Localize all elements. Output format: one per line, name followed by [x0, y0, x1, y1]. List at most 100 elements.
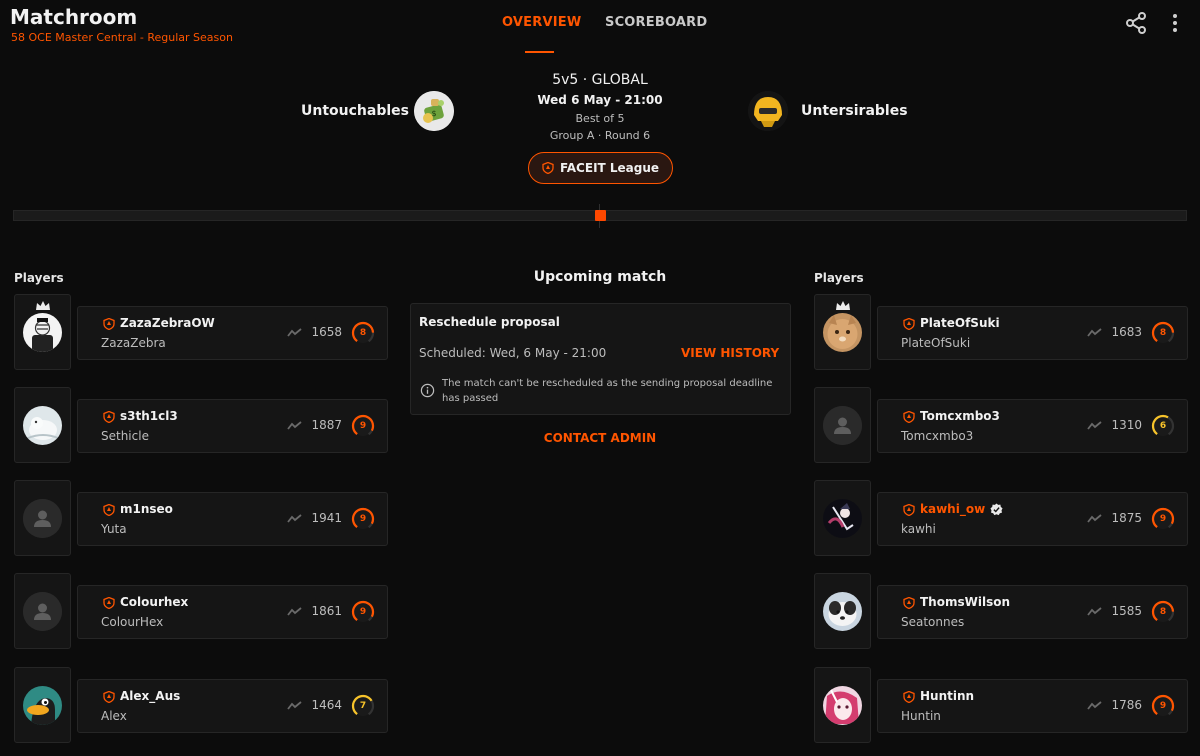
player-nickname[interactable]: s3th1cl3 — [120, 409, 178, 423]
zebra-avatar[interactable] — [23, 313, 62, 352]
player-card[interactable]: PlateOfSuki PlateOfSuki 1683 8 — [877, 306, 1188, 360]
player-elo: 1585 — [1111, 604, 1142, 618]
elo-trend-icon — [1087, 328, 1102, 337]
money-bag-logo-icon: $ — [414, 91, 454, 131]
player-nickname[interactable]: ZazaZebraOW — [120, 316, 215, 330]
contact-admin-button[interactable]: CONTACT ADMIN — [420, 431, 780, 445]
skill-level-number: 8 — [1159, 328, 1167, 338]
player-elo: 1786 — [1111, 698, 1142, 712]
player-card[interactable]: ZazaZebraOW ZazaZebra 1658 8 — [77, 306, 388, 360]
more-vertical-icon[interactable] — [1166, 11, 1184, 35]
player-row[interactable]: m1nseo Yuta 1941 9 — [14, 480, 388, 556]
player-elo: 1464 — [311, 698, 342, 712]
player-card[interactable]: Huntinn Huntin 1786 9 — [877, 679, 1188, 733]
player-avatar-box[interactable] — [814, 387, 871, 463]
player-row[interactable]: Colourhex ColourHex 1861 9 — [14, 573, 388, 649]
player-nickname[interactable]: kawhi_ow — [920, 502, 985, 516]
captain-crown-icon — [836, 301, 850, 310]
player-avatar-box[interactable] — [814, 667, 871, 743]
team2-name[interactable]: Untersirables — [801, 103, 908, 119]
player-nickname[interactable]: Tomcxmbo3 — [920, 409, 1000, 423]
player-avatar-box[interactable] — [14, 667, 71, 743]
skill-level-number: 9 — [1159, 514, 1167, 524]
pink-anime-avatar[interactable] — [823, 686, 862, 725]
player-avatar-box[interactable] — [14, 387, 71, 463]
team2-logo[interactable] — [748, 91, 788, 131]
player-row[interactable]: Tomcxmbo3 Tomcxmbo3 1310 6 — [814, 387, 1188, 463]
player-elo: 1861 — [311, 604, 342, 618]
info-icon — [420, 383, 435, 398]
reschedule-title: Reschedule proposal — [419, 315, 560, 329]
skill-level-number: 9 — [359, 421, 367, 431]
svg-text:$: $ — [431, 109, 436, 118]
player-row[interactable]: ZazaZebraOW ZazaZebra 1658 8 — [14, 294, 388, 370]
tab-overview[interactable]: OVERVIEW — [502, 15, 581, 30]
team1-logo[interactable]: $ — [414, 91, 454, 131]
active-tab-indicator — [525, 51, 554, 53]
tab-scoreboard[interactable]: SCOREBOARD — [605, 15, 707, 30]
player-row[interactable]: Alex_Aus Alex 1464 7 — [14, 667, 388, 743]
share-icon[interactable] — [1124, 11, 1148, 35]
player-nickname[interactable]: Colourhex — [120, 595, 188, 609]
player-nickname[interactable]: Alex_Aus — [120, 689, 180, 703]
anime-avatar[interactable] — [823, 499, 862, 538]
faceit-shield-icon — [903, 318, 915, 330]
player-card[interactable]: kawhi_ow kawhi 1875 9 — [877, 492, 1188, 546]
player-row[interactable]: s3th1cl3 Sethicle 1887 9 — [14, 387, 388, 463]
view-history-button[interactable]: VIEW HISTORY — [681, 346, 779, 360]
player-card[interactable]: s3th1cl3 Sethicle 1887 9 — [77, 399, 388, 453]
player-card[interactable]: m1nseo Yuta 1941 9 — [77, 492, 388, 546]
player-card[interactable]: ThomsWilson Seatonnes 1585 8 — [877, 585, 1188, 639]
page-title: Matchroom — [10, 5, 138, 29]
player-nickname[interactable]: ThomsWilson — [920, 595, 1010, 609]
duck-avatar[interactable] — [23, 686, 62, 725]
elo-trend-icon — [1087, 607, 1102, 616]
player-row[interactable]: PlateOfSuki PlateOfSuki 1683 8 — [814, 294, 1188, 370]
faceit-shield-icon — [542, 162, 554, 174]
player-nickname[interactable]: Huntinn — [920, 689, 974, 703]
cat-avatar[interactable] — [823, 313, 862, 352]
league-button[interactable]: FACEIT League — [528, 152, 673, 184]
player-elo: 1658 — [311, 325, 342, 339]
player-row[interactable]: ThomsWilson Seatonnes 1585 8 — [814, 573, 1188, 649]
default-avatar[interactable] — [823, 406, 862, 445]
player-card[interactable]: Alex_Aus Alex 1464 7 — [77, 679, 388, 733]
player-card[interactable]: Tomcxmbo3 Tomcxmbo3 1310 6 — [877, 399, 1188, 453]
player-row[interactable]: Huntinn Huntin 1786 9 — [814, 667, 1188, 743]
dog-avatar[interactable] — [823, 592, 862, 631]
progress-marker — [595, 210, 606, 221]
header: Matchroom 58 OCE Master Central - Regula… — [0, 0, 1200, 56]
elo-trend-icon — [1087, 701, 1102, 710]
player-elo: 1310 — [1111, 418, 1142, 432]
player-avatar-box[interactable] — [14, 480, 71, 556]
player-name: Yuta — [101, 522, 127, 536]
league-label: FACEIT League — [559, 161, 660, 175]
player-avatar-box[interactable] — [14, 573, 71, 649]
player-name: PlateOfSuki — [901, 336, 971, 350]
player-nickname[interactable]: PlateOfSuki — [920, 316, 1000, 330]
faceit-shield-icon — [903, 691, 915, 703]
player-avatar-box[interactable] — [14, 294, 71, 370]
reschedule-proposal-card: Reschedule proposal Scheduled: Wed, 6 Ma… — [410, 303, 791, 415]
faceit-shield-icon — [103, 318, 115, 330]
player-avatar-box[interactable] — [814, 480, 871, 556]
player-avatar-box[interactable] — [814, 294, 871, 370]
elo-trend-icon — [287, 607, 302, 616]
skill-level-number: 9 — [1159, 701, 1167, 711]
player-name: ZazaZebra — [101, 336, 166, 350]
player-card[interactable]: Colourhex ColourHex 1861 9 — [77, 585, 388, 639]
default-avatar[interactable] — [23, 499, 62, 538]
default-avatar[interactable] — [23, 592, 62, 631]
player-avatar-box[interactable] — [814, 573, 871, 649]
competition-subtitle[interactable]: 58 OCE Master Central - Regular Season — [11, 31, 233, 44]
faceit-shield-icon — [903, 504, 915, 516]
elo-trend-icon — [287, 421, 302, 430]
player-row[interactable]: kawhi_ow kawhi 1875 9 — [814, 480, 1188, 556]
player-name: Huntin — [901, 709, 941, 723]
player-name: Seatonnes — [901, 615, 965, 629]
player-elo: 1941 — [311, 511, 342, 525]
team1-name[interactable]: Untouchables — [301, 103, 409, 119]
white-creature-avatar[interactable] — [23, 406, 62, 445]
player-nickname[interactable]: m1nseo — [120, 502, 173, 516]
elo-trend-icon — [1087, 514, 1102, 523]
